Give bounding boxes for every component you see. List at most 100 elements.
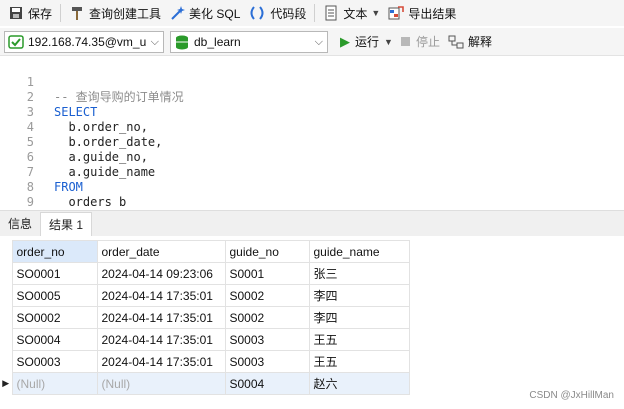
parentheses-icon	[248, 5, 266, 21]
table-row[interactable]: SO0001 2024-04-14 09:23:06 S0001 张三	[0, 262, 410, 285]
grid-cell[interactable]: SO0005	[11, 284, 98, 307]
code-text: orders b	[54, 195, 127, 209]
grid-cell[interactable]: 王五	[308, 328, 410, 351]
column-header[interactable]: guide_no	[224, 240, 310, 263]
run-label: 运行	[355, 35, 380, 49]
grid-cell[interactable]: S0003	[224, 350, 310, 373]
column-header[interactable]: order_date	[96, 240, 226, 263]
snippet-button[interactable]: 代码段	[244, 2, 310, 24]
query-builder-button[interactable]: 查询创建工具	[65, 2, 165, 24]
run-button[interactable]: ▶ 运行 ▼	[336, 31, 397, 53]
code-line: 9 RIGHT JOIN guide a ON b.guide_id = a.i…	[0, 180, 358, 224]
grid-cell[interactable]: 王五	[308, 350, 410, 373]
snippet-label: 代码段	[270, 6, 307, 21]
explain-label: 解释	[467, 35, 492, 49]
grid-cell[interactable]: SO0001	[11, 262, 98, 285]
watermark: CSDN @JxHillMan	[529, 390, 614, 401]
code-line: 5 a.guide_no,	[0, 120, 148, 164]
code-line: 7 FROM	[0, 150, 83, 194]
table-row[interactable]: SO0003 2024-04-14 17:35:01 S0003 王五	[0, 350, 410, 373]
query-builder-label: 查询创建工具	[89, 6, 162, 21]
table-row[interactable]: ▶ (Null) (Null) S0004 赵六	[0, 372, 410, 395]
row-header[interactable]	[0, 262, 12, 285]
line-number: 9	[26, 195, 34, 209]
database-value: db_learn	[194, 34, 241, 49]
code-text: -- 查询导购的订单情况	[54, 90, 184, 104]
grid-cell[interactable]: SO0002	[11, 306, 98, 329]
grid-cell[interactable]: SO0004	[11, 328, 98, 351]
tab-result-1[interactable]: 结果 1	[40, 212, 93, 236]
chevron-down-icon: ⌵	[150, 35, 159, 48]
connection-select[interactable]: 192.168.74.35@vm_u ⌵	[4, 30, 164, 53]
column-header[interactable]: order_no	[11, 240, 98, 263]
code-text: FROM	[54, 180, 83, 194]
grid-cell[interactable]: 赵六	[308, 372, 410, 395]
grid-cell[interactable]: 李四	[308, 284, 410, 307]
export-icon	[388, 5, 405, 21]
grid-cell[interactable]: 张三	[308, 262, 410, 285]
sql-editor[interactable]: 1 -- 查询导购的订单情况 2 SELECT 3 b.order_no, 4 …	[0, 57, 624, 224]
save-label: 保存	[28, 6, 53, 21]
chevron-down-icon: ⌵	[314, 35, 323, 48]
text-button[interactable]: 文本 ▼	[319, 2, 384, 24]
grid-cell[interactable]: 2024-04-14 17:35:01	[96, 350, 226, 373]
grid-cell[interactable]: (Null)	[11, 372, 98, 395]
connection-toolbar: 192.168.74.35@vm_u ⌵ db_learn ⌵ ▶ 运行 ▼ 停…	[0, 28, 624, 56]
column-header[interactable]: guide_name	[308, 240, 410, 263]
grid-cell[interactable]: 2024-04-14 17:35:01	[96, 284, 226, 307]
explain-button[interactable]: 解释	[444, 31, 496, 53]
chevron-down-icon[interactable]: ▼	[384, 37, 393, 47]
export-results-button[interactable]: 导出结果	[384, 2, 460, 24]
toolbar-divider	[314, 4, 316, 22]
explain-icon	[448, 34, 464, 50]
grid-cell[interactable]: SO0003	[11, 350, 98, 373]
beautify-sql-label: 美化 SQL	[189, 6, 241, 21]
row-header-corner	[0, 240, 12, 263]
grid-cell[interactable]: (Null)	[96, 372, 226, 395]
grid-cell[interactable]: S0002	[224, 284, 310, 307]
grid-cell[interactable]: 2024-04-14 17:35:01	[96, 306, 226, 329]
code-line: 6 a.guide_name	[0, 135, 155, 179]
tab-info[interactable]: 信息	[0, 212, 40, 236]
code-line: 8 orders b	[0, 165, 126, 209]
toolbar-divider	[60, 4, 62, 22]
row-pointer-icon[interactable]: ▶	[0, 372, 12, 395]
table-row[interactable]: SO0005 2024-04-14 17:35:01 S0002 李四	[0, 284, 410, 307]
code-text: b.order_date,	[54, 135, 163, 149]
play-icon: ▶	[340, 33, 350, 49]
database-icon	[174, 34, 190, 50]
grid-cell[interactable]: S0001	[224, 262, 310, 285]
code-text: a.guide_no,	[54, 150, 148, 164]
table-row[interactable]: SO0004 2024-04-14 17:35:01 S0003 王五	[0, 328, 410, 351]
row-header[interactable]	[0, 284, 12, 307]
table-row[interactable]: SO0002 2024-04-14 17:35:01 S0002 李四	[0, 306, 410, 329]
grid-cell[interactable]: 2024-04-14 09:23:06	[96, 262, 226, 285]
database-select[interactable]: db_learn ⌵	[170, 30, 328, 53]
save-button[interactable]: 保存	[4, 2, 56, 24]
connection-value: 192.168.74.35@vm_u	[28, 34, 147, 49]
grid-cell[interactable]: 2024-04-14 17:35:01	[96, 328, 226, 351]
grid-cell[interactable]: S0004	[224, 372, 310, 395]
code-text: SELECT	[54, 105, 98, 119]
grid-header-row: order_no order_date guide_no guide_name	[0, 240, 410, 263]
result-grid: order_no order_date guide_no guide_name …	[0, 240, 410, 395]
code-line: 4 b.order_date,	[0, 105, 163, 149]
code-line: 1 -- 查询导购的订单情况	[0, 60, 184, 104]
row-header[interactable]	[0, 350, 12, 373]
code-line: 2 SELECT	[0, 75, 98, 119]
row-header[interactable]	[0, 328, 12, 351]
beautify-sql-button[interactable]: 美化 SQL	[165, 2, 244, 24]
hammer-icon	[69, 5, 85, 21]
chevron-down-icon[interactable]: ▼	[371, 8, 380, 18]
grid-cell[interactable]: S0003	[224, 328, 310, 351]
result-tabs: 信息 结果 1	[0, 210, 624, 236]
document-icon	[323, 5, 339, 21]
grid-cell[interactable]: 李四	[308, 306, 410, 329]
code-text: a.guide_name	[54, 165, 156, 179]
grid-cell[interactable]: S0002	[224, 306, 310, 329]
stop-button[interactable]: 停止	[397, 31, 444, 53]
code-line: 3 b.order_no,	[0, 90, 148, 134]
stop-icon	[400, 37, 410, 46]
row-header[interactable]	[0, 306, 12, 329]
export-results-label: 导出结果	[408, 6, 457, 21]
